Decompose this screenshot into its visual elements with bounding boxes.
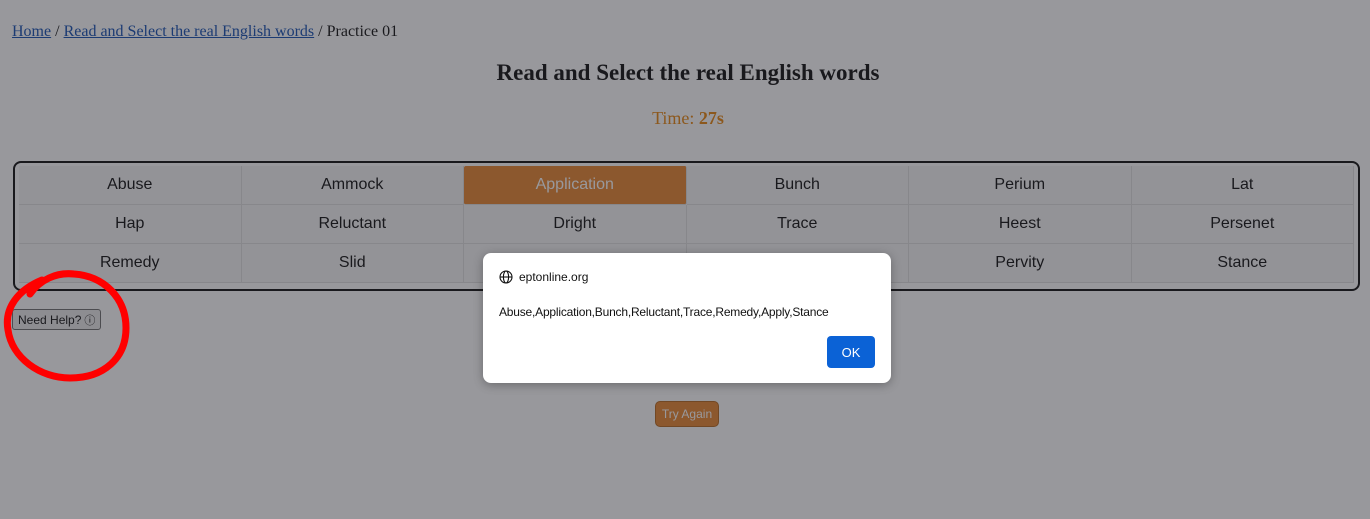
- ok-button[interactable]: OK: [827, 336, 875, 368]
- globe-icon: [499, 270, 513, 284]
- alert-dialog: eptonline.org Abuse,Application,Bunch,Re…: [483, 253, 891, 383]
- dialog-origin: eptonline.org: [499, 270, 588, 284]
- dialog-origin-text: eptonline.org: [519, 270, 589, 284]
- dialog-message: Abuse,Application,Bunch,Reluctant,Trace,…: [499, 305, 829, 319]
